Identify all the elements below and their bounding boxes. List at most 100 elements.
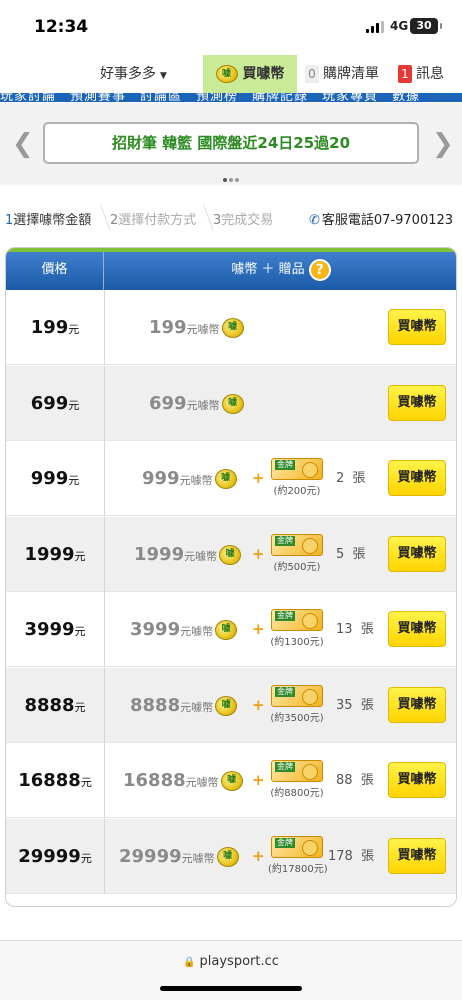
chevron-right-icon[interactable]: ❯ [432, 129, 454, 159]
gold-ticket: (約200元) [268, 458, 326, 498]
phone-icon: ✆ [309, 213, 320, 228]
coins-cell: 999元噱幣噱 [142, 441, 237, 516]
home-indicator[interactable] [160, 986, 302, 991]
coin-icon: 噱 [214, 469, 237, 489]
coin-icon: 噱 [221, 393, 244, 414]
coin-icon: 噱 [220, 771, 243, 791]
column-divider [104, 667, 105, 743]
price-table: 價格 噱幣 ＋ 贈品? 199元 199元噱幣噱買噱幣 699元 699元噱幣噱買噱幣… [5, 247, 457, 907]
coin-icon: 噱 [221, 318, 244, 338]
ticket-value-note: (約3500元) [270, 712, 324, 724]
carousel-dot[interactable] [229, 178, 233, 182]
header-price: 價格 [6, 252, 104, 290]
plus-sign: + [252, 620, 265, 638]
buy-coins-button[interactable]: 買噱幣 [388, 384, 446, 421]
status-time: 12:34 [34, 17, 89, 37]
coins-cell: 3999元噱幣噱 [130, 592, 238, 667]
price-cell: 29999元 [18, 845, 92, 867]
table-row: 199元 199元噱幣噱 買噱幣 [6, 290, 456, 365]
gold-ticket: (約500元) [268, 533, 326, 574]
buy-coins-button[interactable]: 買噱幣 [388, 686, 446, 723]
price-cell: 1999元 [24, 543, 86, 565]
table-header: 價格 噱幣 ＋ 贈品? [6, 248, 456, 290]
table-row: 8888元 8888元噱幣噱 + (約3500元) 35 張買噱幣 [6, 667, 456, 743]
ticket-count: 88 張 [336, 773, 374, 788]
status-bar: 12:34 4G 30 [0, 0, 462, 50]
coin-icon: 噱 [215, 695, 238, 716]
gold-ticket-icon [271, 458, 323, 480]
customer-service-phone[interactable]: ✆ 客服電話07-9700123 [309, 209, 453, 228]
gold-ticket-icon [271, 760, 323, 782]
url-bar[interactable]: 🔒 playsport.cc [0, 954, 462, 969]
step-separator [194, 205, 214, 231]
cart-count-badge: 0 [305, 65, 319, 83]
url-text: playsport.cc [199, 954, 279, 969]
buy-coins-button[interactable]: 買噱幣 [388, 611, 446, 647]
coin-icon: 噱 [216, 846, 239, 867]
table-row: 3999元 3999元噱幣噱 + (約1300元) 13 張買噱幣 [6, 592, 456, 667]
top-nav: 好事多多 ▼ 噱 買噱幣 0 購牌清單 1 訊息 [0, 55, 462, 95]
signal-icon [366, 21, 386, 33]
banner-box[interactable]: 招財筆 韓籃 國際盤近24日25過20 [43, 122, 419, 164]
cart-link[interactable]: 0 購牌清單 [305, 55, 379, 93]
column-divider [104, 516, 105, 592]
carousel-dot[interactable] [235, 178, 239, 182]
buy-coins-button[interactable]: 買噱幣 [388, 837, 446, 874]
gold-ticket-icon [271, 609, 323, 631]
buy-coins-button[interactable]: 買噱幣 [388, 535, 446, 572]
ticket-value-note: (約8800元) [270, 788, 324, 799]
chevron-left-icon[interactable]: ❮ [12, 129, 34, 159]
plus-sign: + [252, 771, 265, 789]
price-cell: 999元 [30, 468, 80, 489]
plus-sign: + [252, 469, 265, 487]
secondary-nav-strip[interactable]: 玩家討論 預測賽事 討論區 預測榜 購牌記錄 玩家專頁 數據 [0, 93, 462, 102]
coin-icon: 噱 [219, 544, 242, 565]
table-row: 16888元 16888元噱幣噱 + (約8800元) 88 張買噱幣 [6, 743, 456, 818]
gold-ticket: (約8800元) [268, 760, 326, 800]
plus-sign: + [252, 544, 265, 563]
coins-cell: 1999元噱幣噱 [134, 517, 242, 592]
buy-coins-tab[interactable]: 噱 買噱幣 [203, 55, 297, 95]
buy-coins-button[interactable]: 買噱幣 [388, 762, 446, 798]
gold-ticket-icon [271, 835, 323, 858]
battery-icon: 30 [410, 18, 442, 34]
buy-coins-tab-label: 買噱幣 [242, 66, 285, 82]
cart-label: 購牌清單 [323, 66, 379, 82]
ticket-count: 13 張 [336, 622, 374, 637]
ticket-count: 5 張 [336, 546, 366, 562]
column-divider [104, 818, 105, 894]
caret-down-icon: ▼ [160, 71, 167, 81]
table-row: 1999元 1999元噱幣噱 + (約500元) 5 張 買噱幣 [6, 516, 456, 592]
message-count-badge: 1 [398, 65, 412, 83]
price-cell: 699元 [30, 392, 80, 414]
checkout-steps: 1選擇噱幣金額 2選擇付款方式 3完成交易 ✆ 客服電話07-9700123 [0, 205, 462, 233]
price-cell: 199元 [30, 317, 80, 338]
column-divider [104, 592, 105, 667]
plus-sign: + [252, 846, 265, 865]
banner-text: 招財筆 韓籃 國際盤近24日25過20 [111, 134, 351, 152]
gold-ticket: (約1300元) [268, 609, 326, 649]
messages-label: 訊息 [416, 66, 444, 82]
ticket-count: 35 張 [336, 697, 374, 713]
gold-ticket-icon [271, 533, 323, 556]
price-cell: 16888元 [18, 770, 92, 791]
coins-cell: 8888元噱幣噱 [130, 668, 238, 743]
coins-cell: 16888元噱幣噱 [123, 743, 243, 818]
help-icon[interactable]: ? [308, 258, 331, 281]
browser-bar: 🔒 playsport.cc [0, 940, 462, 1000]
carousel-dot[interactable] [223, 178, 227, 182]
table-row: 999元 999元噱幣噱 + (約200元) 2 張 買噱幣 [6, 441, 456, 516]
ticket-value-note: (約17800元) [268, 863, 328, 875]
table-row: 29999元 29999元噱幣噱 +(約17800元)178 張買噱幣 [6, 818, 456, 894]
price-cell: 3999元 [24, 619, 86, 640]
step-1: 1選擇噱幣金額 [5, 213, 92, 228]
ticket-count: 178 張 [328, 848, 375, 864]
haoshi-menu[interactable]: 好事多多 ▼ [100, 55, 167, 93]
carousel-dots [222, 167, 242, 182]
haoshi-label: 好事多多 [100, 66, 156, 82]
buy-coins-button[interactable]: 買噱幣 [388, 309, 446, 345]
buy-coins-button[interactable]: 買噱幣 [388, 460, 446, 496]
lock-icon: 🔒 [183, 957, 196, 968]
column-divider [104, 743, 105, 818]
messages-link[interactable]: 1 訊息 [398, 55, 444, 93]
